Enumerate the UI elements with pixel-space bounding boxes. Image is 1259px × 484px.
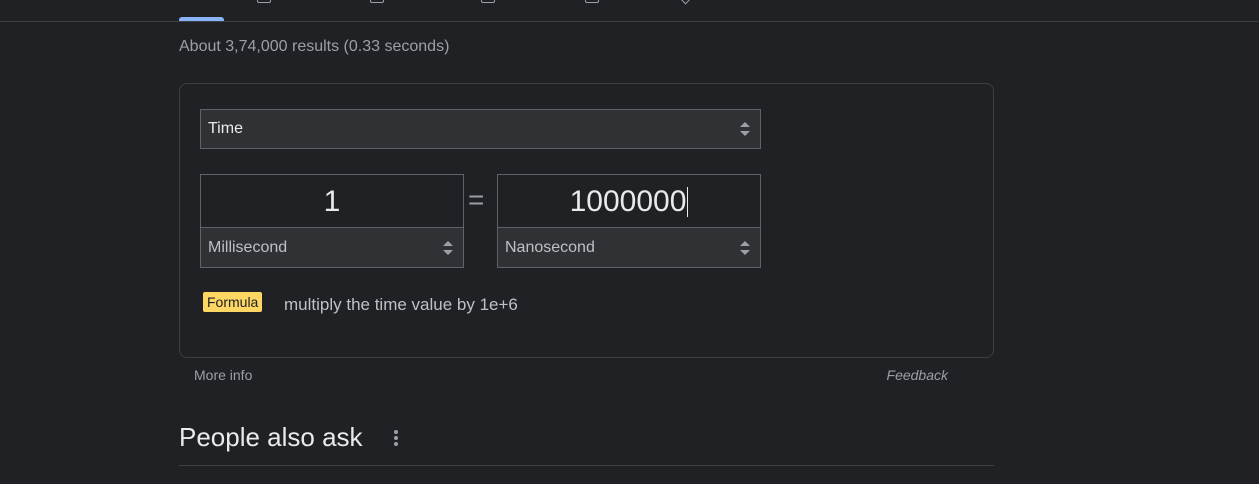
divider [179, 465, 994, 466]
more-info-link[interactable]: More info [194, 367, 252, 383]
result-stats: About 3,74,000 results (0.33 seconds) [179, 38, 450, 55]
to-value-text: 1000000 [569, 184, 687, 218]
equals-sign: = [468, 184, 485, 215]
videos-icon[interactable] [481, 0, 495, 3]
from-value-input[interactable]: 1 [201, 175, 463, 228]
to-value-input[interactable]: 1000000 [498, 175, 760, 228]
from-unit-box: 1 Millisecond [200, 174, 464, 268]
from-unit-select[interactable]: Millisecond [200, 227, 464, 268]
category-select[interactable]: Time [200, 109, 761, 149]
updown-arrows-icon [443, 240, 453, 255]
more-icon[interactable] [680, 0, 691, 5]
from-value-text: 1 [323, 184, 341, 218]
from-unit-label: Millisecond [208, 238, 288, 256]
formula-badge: Formula [203, 292, 263, 312]
updown-arrows-icon [740, 122, 750, 136]
people-also-ask-title: People also ask [179, 422, 363, 452]
tab-all-active-indicator[interactable] [179, 17, 224, 21]
search-tabs-bar [0, 0, 1259, 22]
updown-arrows-icon [740, 240, 750, 255]
news-icon[interactable] [370, 0, 384, 3]
feedback-link[interactable]: Feedback [887, 367, 948, 383]
to-unit-label: Nanosecond [505, 238, 595, 256]
to-unit-box: 1000000 Nanosecond [497, 174, 761, 268]
formula-text: multiply the time value by 1e+6 [284, 295, 518, 314]
shopping-icon[interactable] [585, 0, 599, 3]
kebab-menu-icon[interactable] [393, 430, 399, 448]
to-unit-select[interactable]: Nanosecond [497, 227, 761, 268]
category-select-value: Time [208, 120, 243, 137]
text-cursor [687, 186, 689, 217]
images-icon[interactable] [257, 0, 271, 3]
